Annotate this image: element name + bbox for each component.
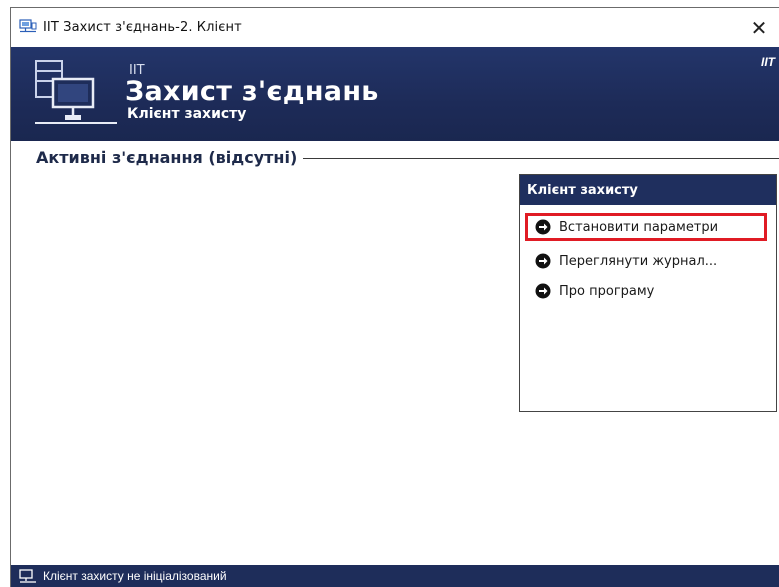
arrow-right-circle-icon xyxy=(535,283,551,299)
app-banner: IIT Захист з'єднань Клієнт захисту IIT xyxy=(11,47,779,141)
set-parameters-link[interactable]: Встановити параметри xyxy=(525,213,767,241)
banner-title: Захист з'єднань xyxy=(125,76,379,107)
section-divider xyxy=(261,158,779,159)
status-bar: Клієнт захисту не ініціалізований xyxy=(11,565,779,587)
active-connections-section: Активні з'єднання (відсутні) xyxy=(11,148,779,170)
set-parameters-label: Встановити параметри xyxy=(559,219,719,235)
close-icon: ✕ xyxy=(750,15,768,40)
banner-subtitle: Клієнт захисту xyxy=(127,106,247,122)
view-log-label: Переглянути журнал... xyxy=(559,253,718,269)
close-button[interactable]: ✕ xyxy=(739,8,779,47)
view-log-link[interactable]: Переглянути журнал... xyxy=(525,247,717,275)
computer-network-icon xyxy=(19,568,36,583)
brand-logo: IIT xyxy=(761,55,775,69)
task-panel: Клієнт захисту Встановити параметри Пере… xyxy=(519,174,777,412)
status-text: Клієнт захисту не ініціалізований xyxy=(43,569,227,583)
arrow-right-circle-icon xyxy=(535,253,551,269)
section-title: Активні з'єднання (відсутні) xyxy=(36,148,304,167)
task-panel-header: Клієнт захисту xyxy=(520,175,776,205)
network-computer-logo-icon xyxy=(35,60,117,124)
arrow-right-circle-icon xyxy=(535,219,551,235)
about-link[interactable]: Про програму xyxy=(525,277,654,305)
about-label: Про програму xyxy=(559,283,655,299)
app-window: IIT Захист з'єднань-2. Клієнт ✕ IIT Захи… xyxy=(10,7,779,587)
title-bar[interactable]: IIT Захист з'єднань-2. Клієнт ✕ xyxy=(11,8,779,47)
network-computer-icon xyxy=(19,19,37,33)
window-title: IIT Захист з'єднань-2. Клієнт xyxy=(43,20,242,35)
